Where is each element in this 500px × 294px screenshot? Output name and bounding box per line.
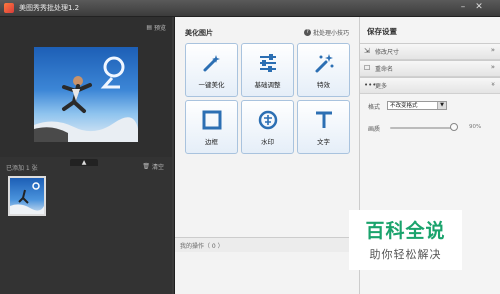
dropdown-arrow-icon: ▼: [437, 102, 446, 109]
preview-image: [34, 47, 138, 142]
clear-button[interactable]: 🗑 清空: [142, 162, 164, 171]
format-value: 不改变格式: [390, 103, 418, 109]
tool-watermark-button[interactable]: 水印: [241, 100, 294, 154]
tool-auto-beautify-button[interactable]: 一键美化: [185, 43, 238, 97]
format-select[interactable]: 不改变格式 ▼: [387, 101, 447, 110]
tool-label: 水印: [261, 138, 274, 146]
tool-text-button[interactable]: 文字: [297, 100, 350, 154]
preview-area: ▤ 预览: [0, 17, 172, 157]
sparkle-wand-icon: [313, 52, 335, 74]
added-count: 已添加 1 张: [6, 165, 38, 172]
chevron-down-icon: »: [488, 81, 497, 87]
trash-icon: 🗑: [142, 163, 150, 170]
section-resize[interactable]: ⇲ 修改尺寸 »: [360, 43, 500, 60]
section-label: 更多: [375, 83, 388, 90]
collapse-toggle[interactable]: ▲: [70, 159, 98, 166]
sliders-icon: [257, 52, 279, 74]
tool-label: 一键美化: [198, 81, 225, 89]
more-icon: •••: [364, 81, 377, 89]
chevron-right-icon: »: [490, 63, 495, 71]
section-more[interactable]: ••• 更多 »: [360, 77, 500, 94]
title-bar: 美图秀秀批处理1.2 – ✕: [0, 0, 500, 17]
save-settings-title: 保存设置: [367, 27, 397, 36]
watermark-brand: 百科全说: [365, 220, 446, 242]
preview-icon: ▤: [146, 24, 152, 31]
preview-label: 预览: [153, 25, 166, 32]
operations-bar: 我的操作（ 0 ）: [175, 237, 359, 252]
frame-icon: [201, 109, 223, 131]
help-link[interactable]: ? 批处理小技巧: [303, 28, 349, 37]
section-label: 修改尺寸: [375, 49, 400, 56]
baike-watermark: 百科全说 助你轻松解决: [349, 210, 462, 270]
thumbnail-photo: [10, 182, 44, 214]
help-label: 批处理小技巧: [312, 30, 349, 37]
quality-slider-thumb[interactable]: [450, 123, 458, 131]
quality-label: 画质: [368, 126, 381, 133]
section-label: 重命名: [375, 66, 394, 73]
tool-frame-button[interactable]: 边框: [185, 100, 238, 154]
close-button[interactable]: ✕: [472, 1, 486, 14]
beautify-title: 美化图片: [185, 29, 213, 37]
tool-label: 边框: [205, 138, 218, 146]
section-rename[interactable]: ☐ 重命名 »: [360, 60, 500, 77]
question-icon: ?: [303, 29, 311, 36]
quality-slider-track[interactable]: [390, 127, 454, 129]
format-label: 格式: [368, 104, 381, 111]
clear-label: 清空: [151, 164, 164, 171]
jumping-person-photo: [34, 56, 138, 142]
tool-label: 文字: [317, 138, 330, 146]
preview-button[interactable]: ▤ 预览: [146, 23, 166, 32]
quality-value: 90%: [469, 124, 482, 130]
text-t-icon: [313, 109, 335, 131]
image-list-panel: ▤ 预览 已添加 1 张 🗑 清空 ▲: [0, 17, 172, 294]
beautify-panel: 美化图片 ? 批处理小技巧 一键美化 基础调整 特效 边框 水印 文字 我的操作…: [174, 17, 359, 294]
chevron-right-icon: »: [490, 46, 495, 54]
resize-icon: ⇲: [364, 47, 370, 55]
image-thumbnail[interactable]: [8, 176, 46, 216]
tool-label: 特效: [317, 81, 330, 89]
operations-count: 我的操作（ 0 ）: [180, 243, 224, 250]
tool-basic-adjust-button[interactable]: 基础调整: [241, 43, 294, 97]
window-title: 美图秀秀批处理1.2: [19, 4, 80, 12]
watermark-stamp-icon: [257, 109, 279, 131]
tool-effects-button[interactable]: 特效: [297, 43, 350, 97]
app-logo-icon: [4, 3, 14, 13]
tool-label: 基础调整: [254, 81, 281, 89]
magic-wand-icon: [201, 52, 223, 74]
minimize-button[interactable]: –: [456, 1, 470, 14]
watermark-slogan: 助你轻松解决: [369, 248, 442, 261]
rename-icon: ☐: [364, 64, 371, 72]
